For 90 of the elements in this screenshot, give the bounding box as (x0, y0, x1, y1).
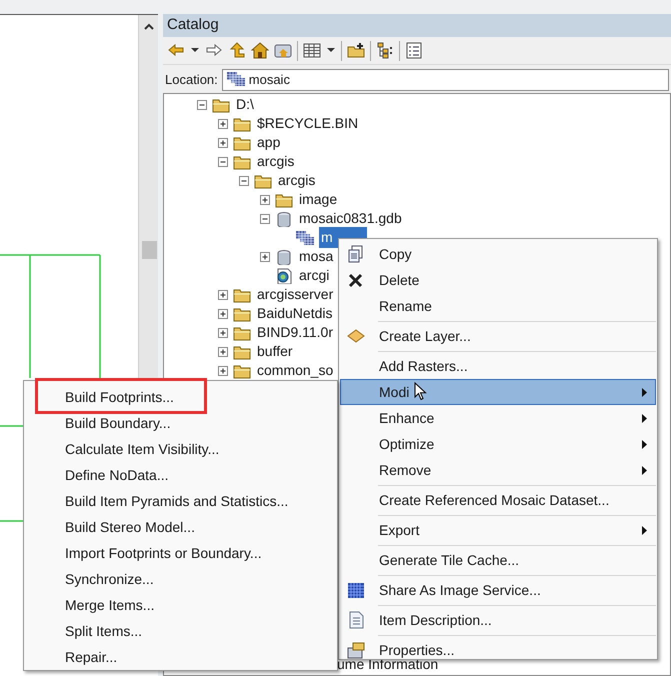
expand-icon[interactable] (218, 328, 228, 338)
database-icon (275, 248, 293, 264)
menu-item[interactable]: Item Description... (340, 607, 656, 633)
properties-icon (347, 641, 365, 659)
tree-item[interactable]: image (298, 189, 338, 210)
menu-item[interactable]: Delete (340, 267, 656, 293)
menu-item[interactable]: Enhance (340, 405, 656, 431)
map-document-icon (275, 268, 293, 284)
document-icon (347, 611, 365, 629)
menu-item[interactable]: Export (340, 517, 656, 543)
collapse-icon[interactable] (218, 156, 228, 166)
menu-item[interactable]: Merge Items... (65, 594, 154, 616)
tree-item[interactable]: D:\ (235, 94, 255, 115)
copy-icon (347, 245, 365, 263)
expand-icon[interactable] (218, 118, 228, 128)
tree-item[interactable]: arcgi (298, 265, 330, 286)
diamond-icon (347, 327, 365, 345)
menu-item[interactable]: Split Items... (65, 620, 142, 642)
database-icon (275, 210, 293, 226)
tree-item[interactable]: BaiduNetdis (256, 303, 334, 324)
menu-item[interactable]: Define NoData... (65, 464, 168, 486)
menu-item[interactable]: Generate Tile Cache... (340, 547, 656, 573)
scroll-thumb[interactable] (142, 241, 157, 259)
tree-item[interactable]: BIND9.11.0r (256, 322, 334, 343)
menu-item[interactable]: Build Stereo Model... (65, 516, 195, 538)
tree-item[interactable]: common_so (256, 360, 334, 381)
folder-icon (275, 192, 293, 208)
collapse-icon[interactable] (260, 214, 270, 224)
grid-icon (347, 581, 365, 599)
menu-item[interactable]: Rename (340, 293, 656, 319)
tree-item[interactable]: mosa (298, 246, 334, 267)
folder-icon (233, 116, 251, 132)
menu-item[interactable]: Share As Image Service... (340, 577, 656, 603)
menu-item[interactable]: Optimize (340, 431, 656, 457)
delete-icon (347, 271, 365, 289)
folder-icon (233, 306, 251, 322)
grid-view-icon[interactable] (303, 42, 321, 59)
menu-item[interactable]: Import Footprints or Boundary... (65, 542, 262, 564)
expand-icon[interactable] (218, 346, 228, 356)
menu-item[interactable]: Build Footprints... (65, 386, 174, 408)
mosaic-dataset-icon (226, 72, 245, 87)
forward-arrow-icon[interactable] (205, 42, 223, 59)
tree-item[interactable]: arcgis (277, 170, 316, 191)
mosaic-dataset-icon (296, 230, 314, 246)
location-label: Location: (165, 70, 218, 89)
menu-item[interactable]: Remove (340, 457, 656, 483)
menu-item[interactable]: Build Item Pyramids and Statistics... (65, 490, 288, 512)
tree-item[interactable]: $RECYCLE.BIN (256, 113, 360, 134)
menu-item[interactable]: Synchronize... (65, 568, 154, 590)
folder-icon (233, 324, 251, 340)
folder-icon (233, 286, 251, 302)
folder-icon (233, 344, 251, 360)
up-arrow-icon[interactable] (228, 42, 246, 59)
scrollbar[interactable] (138, 15, 158, 378)
tree-view-icon[interactable] (376, 42, 394, 59)
expand-icon[interactable] (260, 194, 270, 204)
folder-icon (233, 134, 251, 150)
mouse-cursor-icon (414, 382, 427, 401)
tree-item[interactable]: app (256, 132, 282, 153)
menu-item[interactable]: Build Boundary... (65, 412, 171, 434)
menu-item[interactable]: Repair... (65, 646, 118, 668)
expand-icon[interactable] (218, 290, 228, 300)
list-view-icon[interactable] (405, 42, 423, 59)
expand-icon[interactable] (218, 308, 228, 318)
database-folder-icon[interactable] (274, 42, 292, 59)
folder-icon (233, 154, 251, 170)
location-field[interactable]: mosaic (222, 68, 669, 90)
tree-item[interactable]: mosaic0831.gdb (298, 208, 403, 229)
collapse-icon[interactable] (239, 176, 249, 186)
menu-item[interactable]: Modi (340, 379, 656, 405)
folder-icon (212, 96, 230, 112)
expand-icon[interactable] (218, 366, 228, 376)
location-value: mosaic (248, 70, 290, 89)
panel-title: Catalog (167, 15, 219, 36)
collapse-icon[interactable] (197, 100, 207, 110)
folder-icon (233, 362, 251, 378)
menu-item[interactable]: Create Referenced Mosaic Dataset... (340, 487, 656, 513)
tree-item[interactable]: arcgis (256, 151, 296, 172)
home-icon[interactable] (251, 42, 269, 59)
scroll-up-icon[interactable] (144, 23, 154, 30)
menu-item[interactable]: Create Layer... (340, 323, 656, 349)
menu-item[interactable]: Calculate Item Visibility... (65, 438, 220, 460)
new-folder-icon[interactable] (347, 42, 365, 59)
expand-icon[interactable] (260, 252, 270, 262)
back-arrow-icon[interactable] (167, 42, 185, 59)
menu-item[interactable]: Add Rasters... (340, 353, 656, 379)
expand-icon[interactable] (218, 138, 228, 148)
tree-item[interactable]: arcgisserver (256, 284, 334, 305)
tree-item[interactable]: buffer (256, 341, 294, 362)
folder-icon (254, 172, 272, 188)
